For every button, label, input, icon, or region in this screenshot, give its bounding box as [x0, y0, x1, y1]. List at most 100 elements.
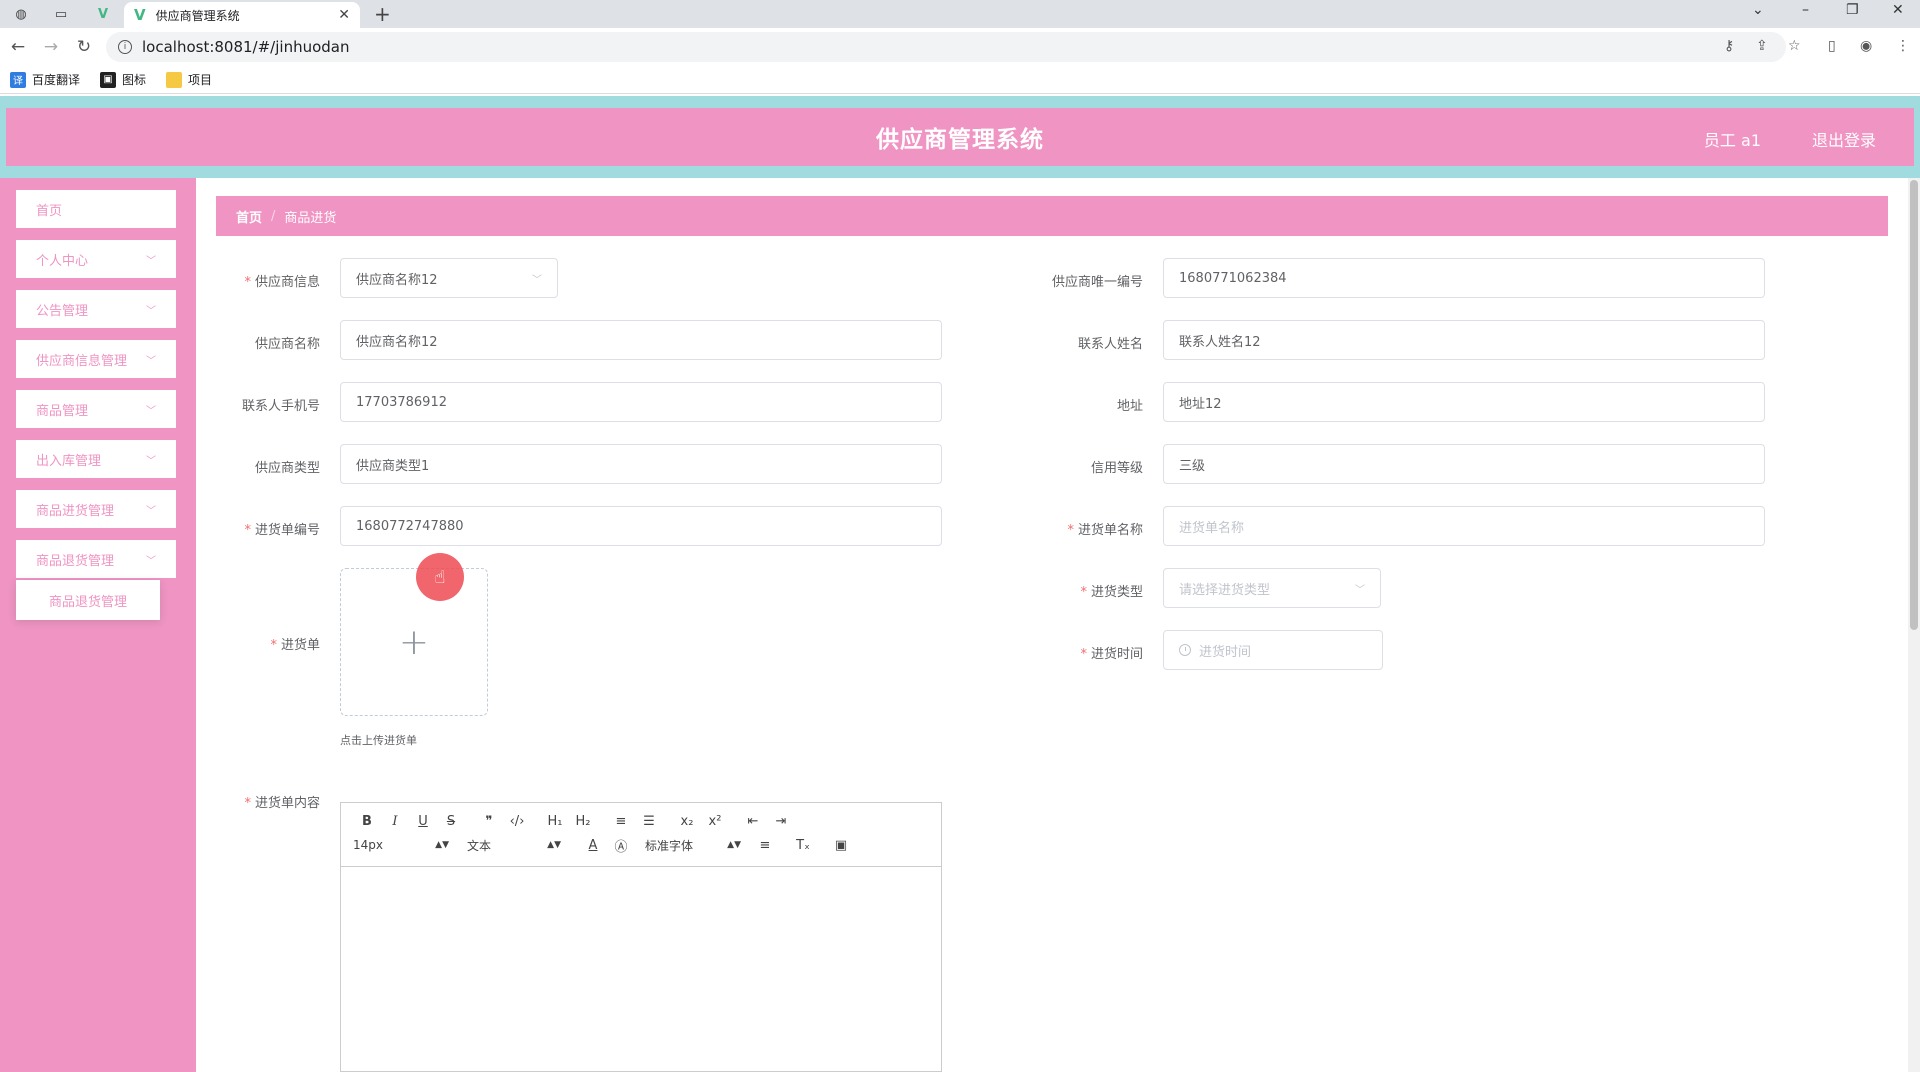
editor-toolbar: B I U S ❞ ‹/› H₁ H₂ ≡ ☰ x₂ x² ⇤ ⇥ 14px ▲… — [341, 803, 941, 867]
sidebar-item-returns[interactable]: 商品退货管理 ﹀ — [16, 540, 176, 578]
chevron-down-icon: ﹀ — [146, 255, 156, 267]
vue-tab-icon[interactable]: V — [92, 4, 114, 24]
supplier-type-field[interactable]: 供应商类型1 — [340, 444, 942, 484]
strike-button[interactable]: S — [437, 814, 465, 829]
close-icon[interactable]: ✕ — [338, 7, 350, 23]
credit-level-field[interactable]: 三级 — [1163, 444, 1765, 484]
font-family-select[interactable]: 标准字体 ▲▼ — [645, 837, 741, 854]
sidebar: 首页 个人中心 ﹀ 公告管理 ﹀ 供应商信息管理 ﹀ 商品管理 ﹀ 出入库管理 … — [0, 178, 196, 1072]
bullet-list-button[interactable]: ☰ — [635, 814, 663, 829]
header: 供应商管理系统 员工 a1 退出登录 — [6, 108, 1914, 166]
pointer-cursor-icon: ☝ — [416, 553, 464, 601]
logout-button[interactable]: 退出登录 — [1812, 127, 1876, 151]
updown-icon: ▲▼ — [547, 840, 561, 850]
underline-button[interactable]: U — [409, 814, 437, 829]
outdent-button[interactable]: ⇤ — [739, 814, 767, 829]
minimize-icon[interactable]: – — [1802, 2, 1809, 18]
app: 供应商管理系统 员工 a1 退出登录 首页 个人中心 ﹀ 公告管理 ﹀ 供应商信… — [0, 96, 1920, 1072]
bookmark-project[interactable]: 项目 — [166, 71, 212, 88]
key-icon[interactable]: ⚷ — [1724, 38, 1734, 54]
contact-name-field[interactable]: 联系人姓名12 — [1163, 320, 1765, 360]
back-icon[interactable]: ← — [3, 37, 33, 57]
supplier-code-field[interactable]: 1680771062384 — [1163, 258, 1765, 298]
upload-area[interactable]: + — [340, 568, 488, 716]
app-title: 供应商管理系统 — [876, 127, 1044, 153]
order-name-input[interactable]: 进货单名称 — [1163, 506, 1765, 546]
window-close-icon[interactable]: ✕ — [1892, 2, 1904, 18]
bookmark-translate[interactable]: 译 百度翻译 — [10, 71, 80, 88]
restore-icon[interactable]: ❐ — [1846, 2, 1859, 18]
indent-button[interactable]: ⇥ — [767, 814, 795, 829]
reload-icon[interactable]: ↻ — [69, 37, 99, 57]
order-no-field[interactable]: 1680772747880 — [340, 506, 942, 546]
star-icon[interactable]: ☆ — [1788, 38, 1801, 54]
h1-button[interactable]: H₁ — [541, 814, 569, 829]
page-scrollbar[interactable] — [1908, 178, 1920, 1072]
chevron-down-icon: ﹀ — [146, 355, 156, 367]
label-address: 地址 — [1116, 399, 1143, 414]
info-icon[interactable]: i — [118, 40, 132, 54]
rich-text-editor[interactable]: B I U S ❞ ‹/› H₁ H₂ ≡ ☰ x₂ x² ⇤ ⇥ 14px ▲… — [340, 802, 942, 1072]
label-order-time: * 进货时间 — [1080, 647, 1143, 662]
breadcrumb: 首页 / 商品进货 — [216, 196, 1888, 236]
label-supplier-code: 供应商唯一编号 — [1051, 275, 1143, 290]
quote-button[interactable]: ❞ — [475, 814, 503, 829]
code-button[interactable]: ‹/› — [503, 814, 531, 829]
url-text: localhost:8081/#/jinhuodan — [142, 38, 350, 56]
background-color-button[interactable]: Ⓐ — [607, 836, 635, 855]
superscript-button[interactable]: x² — [701, 814, 729, 829]
breadcrumb-separator: / — [271, 208, 276, 224]
label-contact-phone: 联系人手机号 — [241, 399, 320, 414]
contact-phone-field[interactable]: 17703786912 — [340, 382, 942, 422]
supplier-info-select[interactable]: 供应商名称12 ﹀ — [340, 258, 558, 298]
header-wrap: 供应商管理系统 员工 a1 退出登录 — [0, 96, 1920, 178]
share-icon[interactable]: ⇪ — [1756, 38, 1768, 54]
tab-list-icon[interactable]: ⌄ — [1752, 2, 1764, 18]
supplier-name-field[interactable]: 供应商名称12 — [340, 320, 942, 360]
h2-button[interactable]: H₂ — [569, 814, 597, 829]
order-time-picker[interactable]: 进货时间 — [1163, 630, 1383, 670]
align-button[interactable]: ≡ — [751, 838, 779, 853]
chevron-down-icon: ﹀ — [532, 274, 542, 286]
bookmark-icons[interactable]: ▣ 图标 — [100, 71, 146, 88]
image-icon: ▣ — [100, 71, 117, 88]
ordered-list-button[interactable]: ≡ — [607, 814, 635, 829]
breadcrumb-home[interactable]: 首页 — [236, 207, 262, 226]
bold-button[interactable]: B — [353, 814, 381, 829]
insert-image-button[interactable]: ▣ — [827, 838, 855, 853]
sidepanel-icon[interactable]: ▯ — [1828, 38, 1836, 54]
vue-logo-icon: V — [134, 6, 146, 24]
italic-button[interactable]: I — [381, 814, 409, 829]
editor-content-area[interactable] — [341, 867, 941, 1071]
browser-addressbar: ← → ↻ i localhost:8081/#/jinhuodan ⚷ ⇪ ☆… — [0, 28, 1920, 66]
label-credit-level: 信用等级 — [1090, 461, 1143, 476]
font-color-button[interactable]: A — [579, 838, 607, 853]
folder-icon — [166, 71, 183, 88]
updown-icon: ▲▼ — [435, 840, 449, 850]
subscript-button[interactable]: x₂ — [673, 814, 701, 829]
blank-tab-icon[interactable]: ▭ — [50, 4, 72, 24]
font-size-select[interactable]: 14px ▲▼ — [353, 838, 449, 852]
globe-icon[interactable]: ◍ — [10, 4, 32, 24]
label-supplier-info: * 供应商信息 — [244, 275, 320, 290]
label-order-file: * 进货单 — [270, 638, 320, 653]
submenu-item-returns[interactable]: 商品退货管理 — [16, 580, 160, 620]
url-input[interactable]: i localhost:8081/#/jinhuodan — [106, 32, 1786, 62]
new-tab-icon[interactable]: + — [374, 2, 391, 26]
order-type-select[interactable]: 请选择进货类型 ﹀ — [1163, 568, 1381, 608]
block-type-select[interactable]: 文本 ▲▼ — [467, 837, 561, 854]
sidebar-item-notices[interactable]: 公告管理 ﹀ — [16, 290, 176, 328]
clear-format-button[interactable]: Tₓ — [789, 838, 817, 853]
scroll-thumb[interactable] — [1910, 180, 1918, 630]
chevron-down-icon: ﹀ — [146, 555, 156, 567]
more-icon[interactable]: ⋮ — [1896, 38, 1910, 54]
main-content: 首页 / 商品进货 * 供应商信息 供应商名称12 ﹀ 供应商唯一编号 16807… — [196, 178, 1908, 1072]
label-order-name: * 进货单名称 — [1067, 523, 1143, 538]
sidebar-item-home[interactable]: 首页 — [16, 190, 176, 228]
forward-icon[interactable]: → — [36, 37, 66, 57]
updown-icon: ▲▼ — [727, 840, 741, 850]
address-field[interactable]: 地址12 — [1163, 382, 1765, 422]
active-tab[interactable]: V 供应商管理系统 ✕ — [124, 2, 360, 28]
current-user: 员工 a1 — [1703, 131, 1761, 150]
profile-icon[interactable]: ◉ — [1860, 38, 1872, 54]
